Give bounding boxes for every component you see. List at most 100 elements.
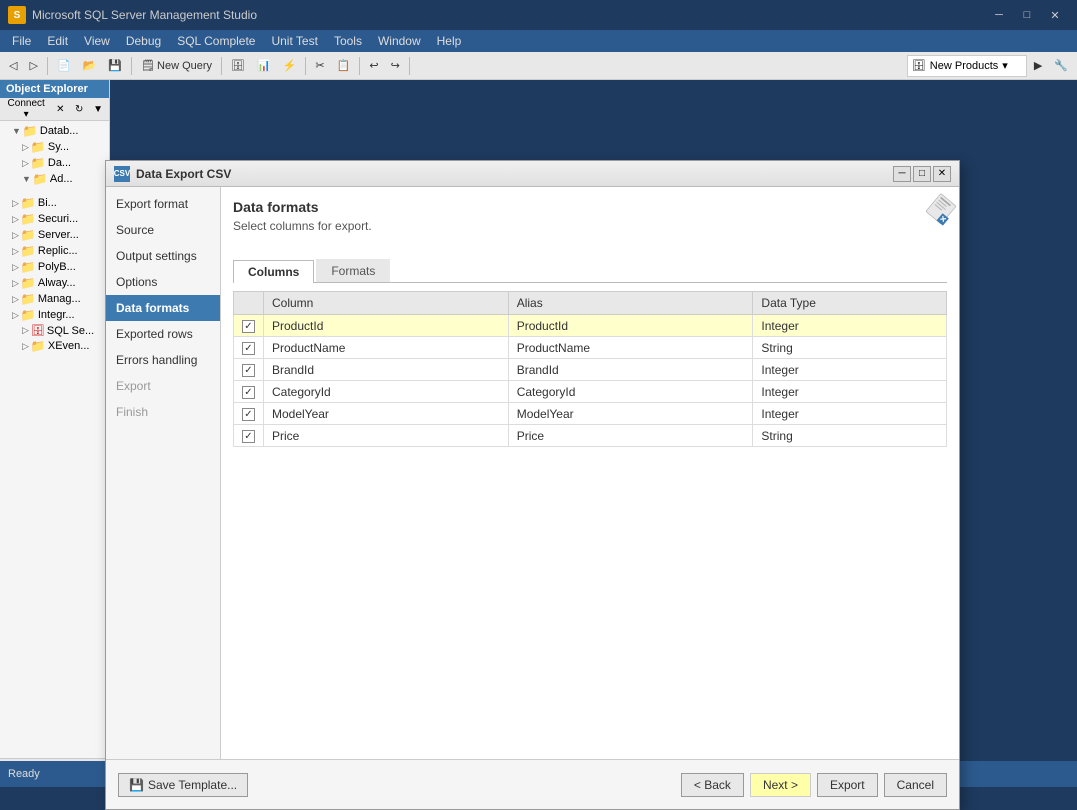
- oe-connect-btn[interactable]: Connect ▾: [2, 100, 50, 118]
- toolbar-sep-3: [221, 57, 222, 75]
- oe-item-bi[interactable]: ▷ 📁 Bi...: [2, 195, 107, 211]
- close-button[interactable]: ✕: [1041, 5, 1069, 25]
- row-checkbox[interactable]: [242, 320, 255, 333]
- table-row[interactable]: ModelYear ModelYear Integer: [234, 403, 947, 425]
- table-row[interactable]: BrandId BrandId Integer: [234, 359, 947, 381]
- toolbar-forward-btn[interactable]: ▷: [24, 55, 42, 77]
- toolbar-debug-btn[interactable]: 🔧: [1049, 55, 1073, 77]
- expand-icon: ▷: [12, 262, 19, 273]
- tab-columns[interactable]: Columns: [233, 260, 314, 283]
- wizard-nav-source[interactable]: Source: [106, 217, 220, 243]
- toolbar-open-btn[interactable]: 📂: [78, 55, 102, 77]
- oe-item-da[interactable]: ▷ 📁 Da...: [2, 155, 107, 171]
- oe-item-sqlse[interactable]: ▷ 🗄 SQL Se...: [2, 323, 107, 338]
- export-button[interactable]: Export: [817, 773, 878, 797]
- oe-item-server[interactable]: ▷ 📁 Server...: [2, 227, 107, 243]
- oe-item-alway[interactable]: ▷ 📁 Alway...: [2, 275, 107, 291]
- db-dropdown[interactable]: 🗄 New Products ▾: [907, 55, 1027, 77]
- oe-item-ad[interactable]: ▼ 📁 Ad...: [2, 171, 107, 187]
- oe-item-replic[interactable]: ▷ 📁 Replic...: [2, 243, 107, 259]
- wizard-nav-errors-handling[interactable]: Errors handling: [106, 347, 220, 373]
- toolbar-save-btn[interactable]: 💾: [103, 55, 127, 77]
- row-checkbox-cell[interactable]: [234, 337, 264, 359]
- save-template-icon: 💾: [129, 778, 144, 792]
- toolbar-execute-btn[interactable]: ▶: [1029, 55, 1047, 77]
- dialog-close-btn[interactable]: ✕: [933, 166, 951, 182]
- oe-item-manag[interactable]: ▷ 📁 Manag...: [2, 291, 107, 307]
- menu-help[interactable]: Help: [429, 32, 470, 50]
- oe-horizontal-scroll[interactable]: [0, 758, 109, 761]
- row-alias: ModelYear: [508, 403, 753, 425]
- save-template-label: Save Template...: [148, 778, 237, 792]
- row-checkbox[interactable]: [242, 342, 255, 355]
- toolbar-back-btn[interactable]: ◁: [4, 55, 22, 77]
- row-datatype: Integer: [753, 359, 947, 381]
- wizard-nav-export-format[interactable]: Export format: [106, 191, 220, 217]
- expand-icon: ▷: [12, 230, 19, 241]
- oe-item-databases[interactable]: ▼ 📁 Datab...: [2, 123, 107, 139]
- wizard-nav-exported-rows[interactable]: Exported rows: [106, 321, 220, 347]
- table-row[interactable]: Price Price String: [234, 425, 947, 447]
- row-checkbox-cell[interactable]: [234, 359, 264, 381]
- dialog-minimize-btn[interactable]: ─: [893, 166, 911, 182]
- toolbar-cut-btn[interactable]: ✂: [310, 55, 329, 77]
- wizard-nav-data-formats[interactable]: Data formats: [106, 295, 220, 321]
- menu-file[interactable]: File: [4, 32, 39, 50]
- app-logo: S: [8, 6, 26, 24]
- minimize-button[interactable]: ─: [985, 5, 1013, 25]
- maximize-button[interactable]: □: [1013, 5, 1041, 25]
- wizard-nav-output-settings[interactable]: Output settings: [106, 243, 220, 269]
- oe-filter-btn[interactable]: ▼: [89, 100, 107, 118]
- table-header-datatype: Data Type: [753, 292, 947, 315]
- oe-item-polyb[interactable]: ▷ 📁 PolyB...: [2, 259, 107, 275]
- next-button[interactable]: Next >: [750, 773, 811, 797]
- oe-disconnect-btn[interactable]: ✕: [51, 100, 69, 118]
- object-explorer: Object Explorer Connect ▾ ✕ ↻ ▼ ▼ 📁 Data…: [0, 80, 110, 761]
- table-row[interactable]: ProductId ProductId Integer: [234, 315, 947, 337]
- oe-refresh-btn[interactable]: ↻: [70, 100, 88, 118]
- oe-item-system[interactable]: ▷ 📁 Sy...: [2, 139, 107, 155]
- row-checkbox-cell[interactable]: [234, 403, 264, 425]
- oe-item-integr[interactable]: ▷ 📁 Integr...: [2, 307, 107, 323]
- menu-debug[interactable]: Debug: [118, 32, 169, 50]
- table-header-column: Column: [264, 292, 509, 315]
- toolbar-undo-btn[interactable]: ↩: [364, 55, 383, 77]
- row-checkbox-cell[interactable]: [234, 381, 264, 403]
- menu-window[interactable]: Window: [370, 32, 429, 50]
- dialog-maximize-btn[interactable]: □: [913, 166, 931, 182]
- menu-sql-complete[interactable]: SQL Complete: [169, 32, 263, 50]
- menu-bar: File Edit View Debug SQL Complete Unit T…: [0, 30, 1077, 52]
- cancel-button[interactable]: Cancel: [884, 773, 947, 797]
- toolbar-table-btn[interactable]: 📊: [252, 55, 276, 77]
- back-button[interactable]: < Back: [681, 773, 744, 797]
- toolbar-redo-btn[interactable]: ↪: [386, 55, 405, 77]
- row-checkbox[interactable]: [242, 408, 255, 421]
- row-checkbox[interactable]: [242, 430, 255, 443]
- toolbar-query-btn[interactable]: ⚡: [278, 55, 302, 77]
- tab-formats[interactable]: Formats: [316, 259, 390, 282]
- oe-item-security[interactable]: ▷ 📁 Securi...: [2, 211, 107, 227]
- row-checkbox[interactable]: [242, 386, 255, 399]
- wizard-nav-options[interactable]: Options: [106, 269, 220, 295]
- row-checkbox[interactable]: [242, 364, 255, 377]
- db-icon: 🗄: [31, 324, 45, 337]
- table-row[interactable]: CategoryId CategoryId Integer: [234, 381, 947, 403]
- toolbar-db-btn[interactable]: 🗄: [226, 55, 250, 77]
- save-template-button[interactable]: 💾 Save Template...: [118, 773, 248, 797]
- menu-tools[interactable]: Tools: [326, 32, 370, 50]
- row-checkbox-cell[interactable]: [234, 425, 264, 447]
- dialog-footer: 💾 Save Template... < Back Next > Export …: [106, 759, 959, 809]
- toolbar-sep-4: [305, 57, 306, 75]
- row-checkbox-cell[interactable]: [234, 315, 264, 337]
- toolbar-copy-btn[interactable]: 📋: [332, 55, 356, 77]
- oe-item-xeven[interactable]: ▷ 📁 XEven...: [2, 338, 107, 354]
- new-query-button[interactable]: 🗒 New Query: [136, 55, 217, 77]
- wizard-header-text: Data formats Select columns for export.: [233, 199, 372, 233]
- row-column-name: ProductName: [264, 337, 509, 359]
- expand-icon: ▷: [22, 325, 29, 336]
- toolbar-file-btn[interactable]: 📄: [52, 55, 76, 77]
- menu-edit[interactable]: Edit: [39, 32, 76, 50]
- table-row[interactable]: ProductName ProductName String: [234, 337, 947, 359]
- menu-unit-test[interactable]: Unit Test: [263, 32, 325, 50]
- menu-view[interactable]: View: [76, 32, 118, 50]
